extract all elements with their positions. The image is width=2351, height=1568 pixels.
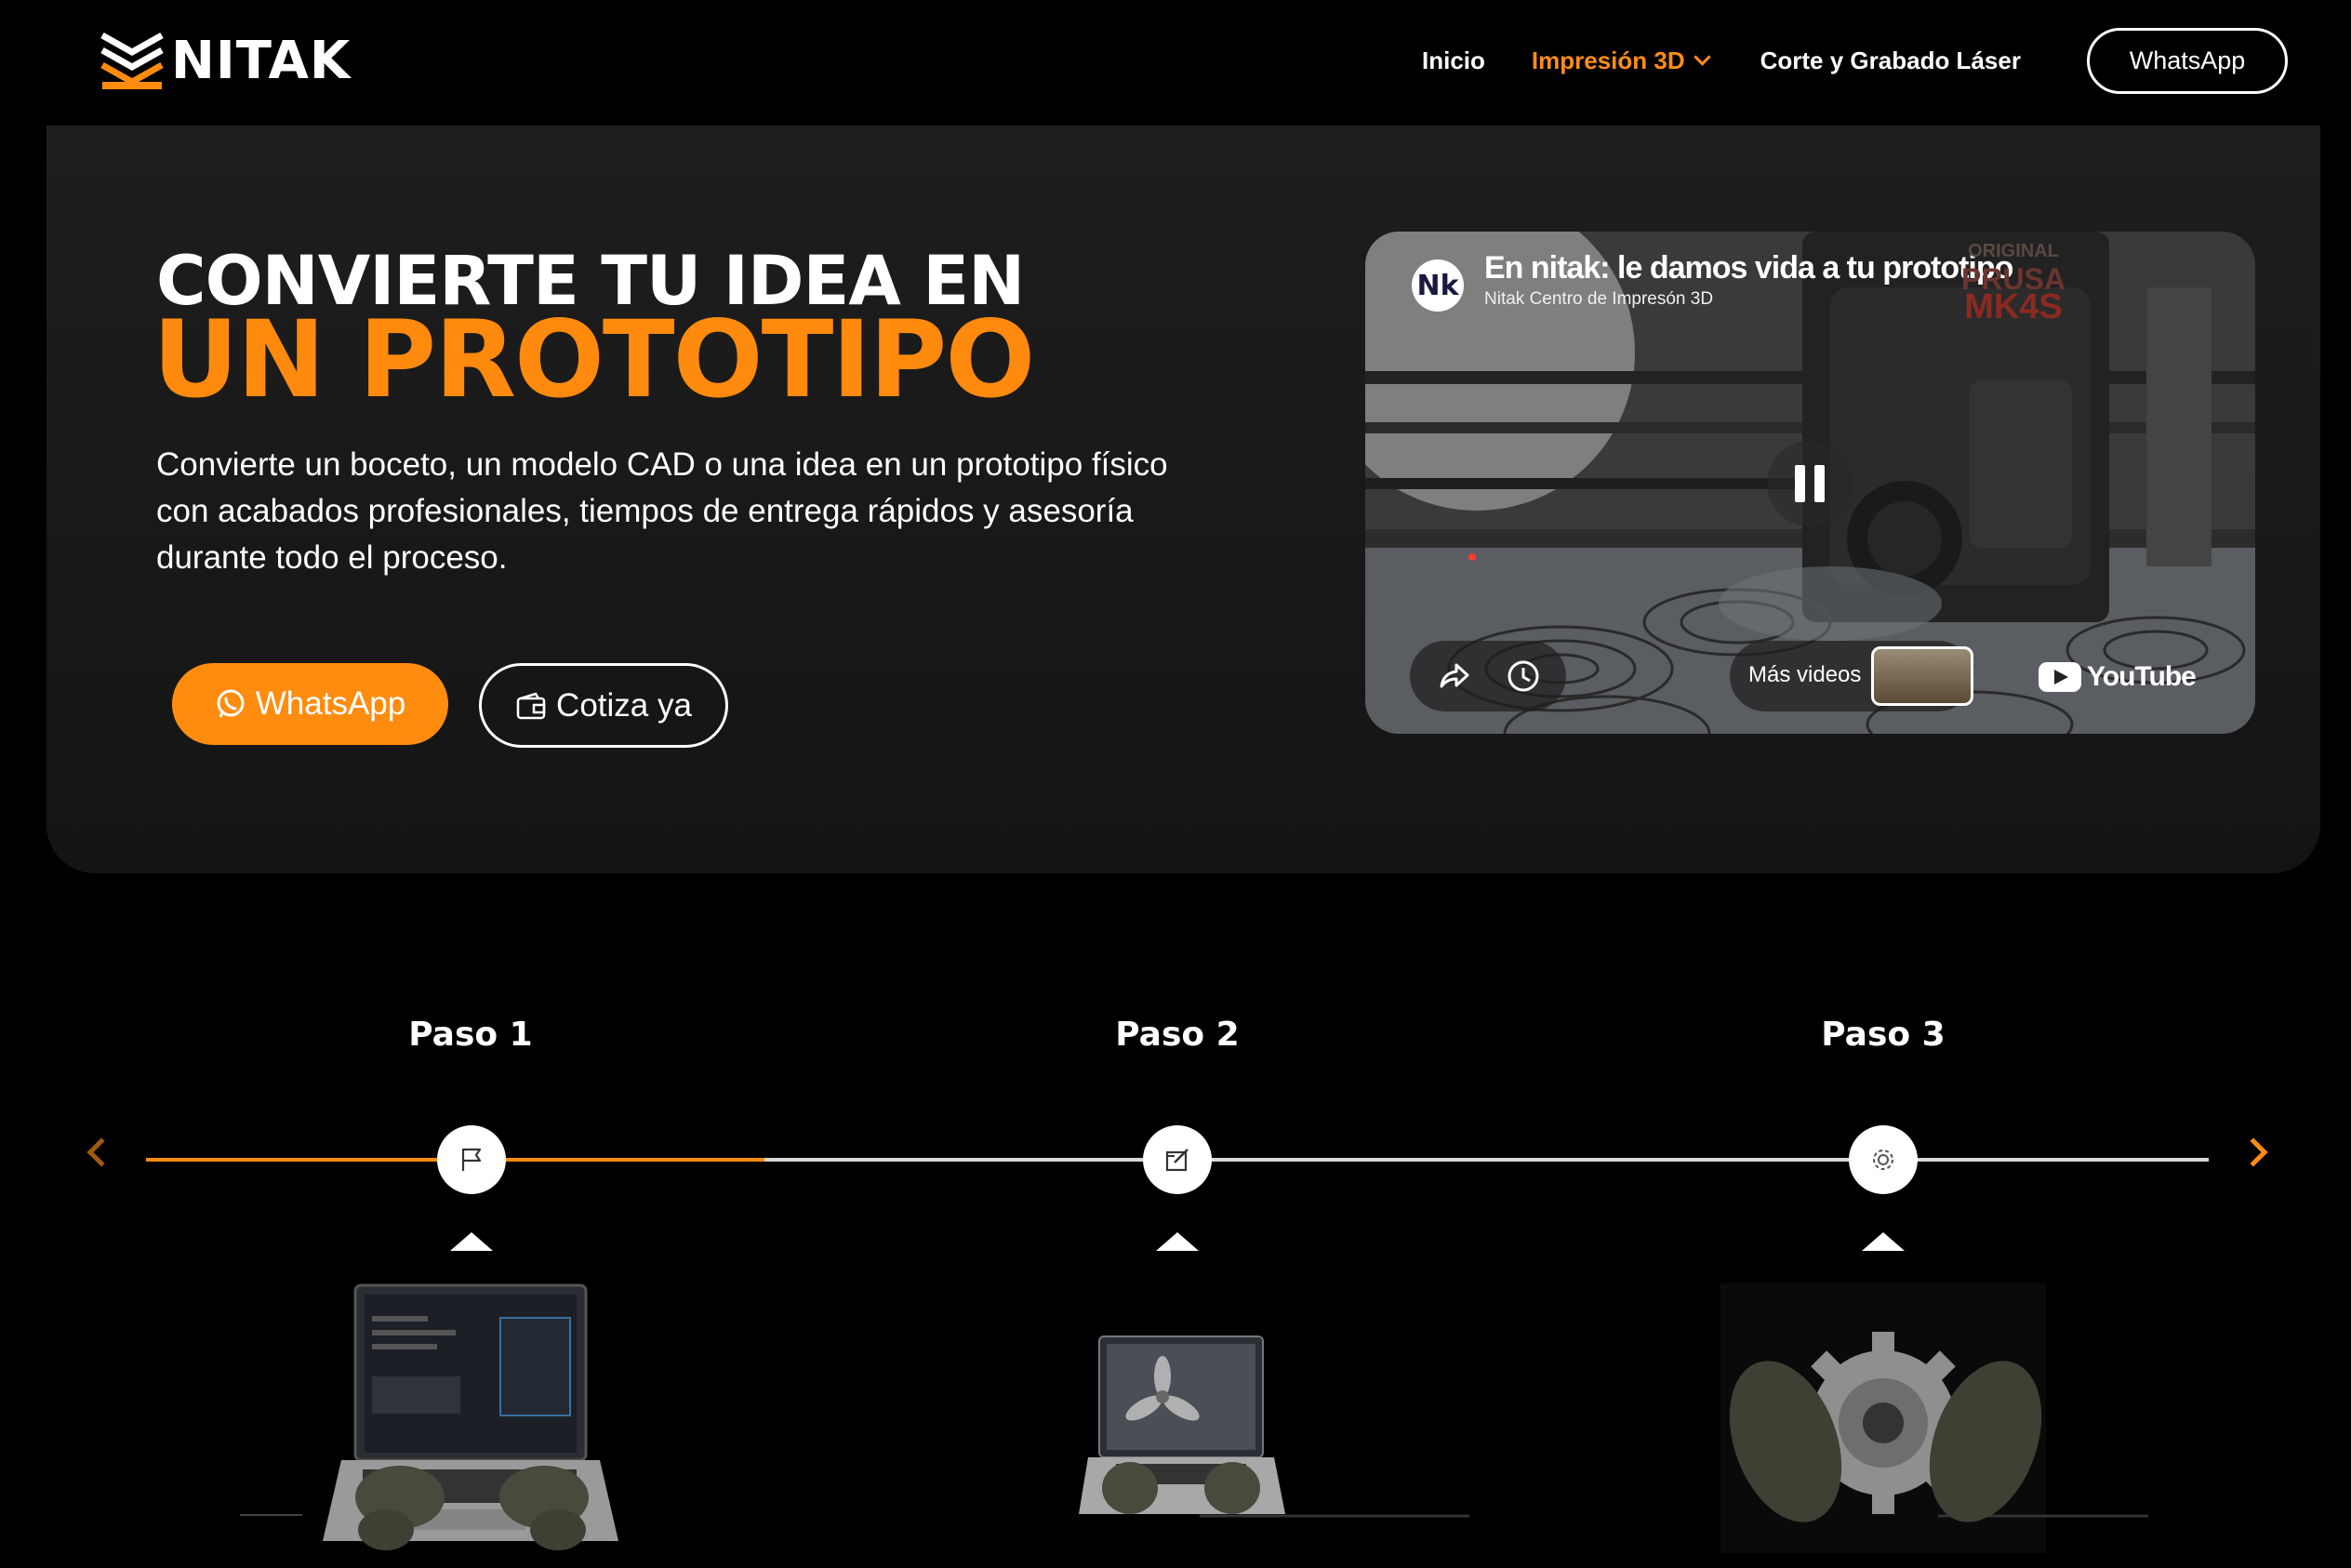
youtube-logo-icon <box>2039 662 2081 692</box>
chevron-down-icon <box>1693 47 1711 66</box>
video-overlay-line: MK4S <box>1964 287 2063 326</box>
pause-button[interactable] <box>1767 441 1853 526</box>
hero-section: CONVIERTE TU IDEA EN UN PROTOTIPO Convie… <box>46 126 2320 873</box>
step-3-label: Paso 3 <box>1821 1016 1946 1054</box>
timeline-prev-arrow-icon[interactable] <box>86 1137 116 1167</box>
nav-link-impresion-3d[interactable]: Impresión 3D <box>1531 46 1711 75</box>
nav-links: Inicio Impresión 3D Corte y Grabado Láse… <box>1395 0 2021 121</box>
whatsapp-icon <box>217 689 245 718</box>
share-icon[interactable] <box>1436 658 1471 694</box>
video-controls <box>1410 641 1566 711</box>
step-1-pointer <box>450 1232 493 1251</box>
flag-icon <box>461 1148 482 1171</box>
nav-link-label: Inicio <box>1422 46 1485 74</box>
brand-logo[interactable]: NITAK <box>99 30 351 91</box>
youtube-wordmark: YouTube <box>2087 661 2197 692</box>
nav-link-corte-grabado[interactable]: Corte y Grabado Láser <box>1760 47 2021 75</box>
step-2-illustration <box>1079 1335 1469 1518</box>
whatsapp-button-label: WhatsApp <box>255 685 406 722</box>
logo-icon <box>100 32 164 89</box>
hero-title-line2: UN PROTOTIPO <box>153 298 1035 421</box>
step-2-node[interactable] <box>1143 1125 1212 1194</box>
more-videos-button[interactable]: Más videos <box>1730 641 1973 711</box>
top-navbar: NITAK Inicio Impresión 3D Corte y Grabad… <box>0 0 2351 126</box>
video-overlay-brand: ORIGINAL PRUSA MK4S <box>1939 237 2088 326</box>
youtube-link[interactable]: YouTube <box>2039 660 2197 694</box>
whatsapp-nav-button[interactable]: WhatsApp <box>2087 28 2288 94</box>
video-overlay-line: ORIGINAL <box>1968 241 2059 261</box>
step-2-pointer <box>1156 1232 1199 1251</box>
channel-avatar[interactable]: Nk <box>1412 259 1464 312</box>
hero-description: Convierte un boceto, un modelo CAD o una… <box>156 446 1168 576</box>
video-thumbnail <box>1871 646 1973 706</box>
brand-name: NITAK <box>171 30 352 91</box>
step-3-illustration <box>1720 1283 2148 1553</box>
watch-later-icon[interactable] <box>1506 658 1541 694</box>
video-title[interactable]: En nitak: le damos vida a tu prototipo <box>1484 250 2013 286</box>
step-3-node[interactable] <box>1849 1125 1918 1194</box>
whatsapp-button[interactable]: WhatsApp <box>172 663 448 745</box>
nav-link-label: Corte y Grabado Láser <box>1760 46 2021 74</box>
cotiza-button-label: Cotiza ya <box>556 686 692 724</box>
nav-link-label: Impresión 3D <box>1531 46 1685 74</box>
nav-link-inicio[interactable]: Inicio <box>1422 47 1485 75</box>
youtube-video-player[interactable]: Nk En nitak: le damos vida a tu prototip… <box>1365 232 2255 734</box>
gear-icon <box>1873 1149 1893 1170</box>
step-1-label: Paso 1 <box>408 1016 533 1054</box>
wallet-icon <box>516 692 546 719</box>
cotiza-button[interactable]: Cotiza ya <box>479 663 728 748</box>
video-channel-name[interactable]: Nitak Centro de Impresón 3D <box>1484 289 1713 310</box>
edit-icon <box>1165 1149 1189 1172</box>
more-videos-label: Más videos <box>1748 662 1862 687</box>
step-1-node[interactable] <box>437 1125 506 1194</box>
step-2-label: Paso 2 <box>1115 1016 1240 1054</box>
step-1-illustration <box>240 1283 618 1550</box>
step-3-pointer <box>1862 1232 1905 1251</box>
timeline-next-arrow-icon[interactable] <box>2238 1137 2268 1167</box>
